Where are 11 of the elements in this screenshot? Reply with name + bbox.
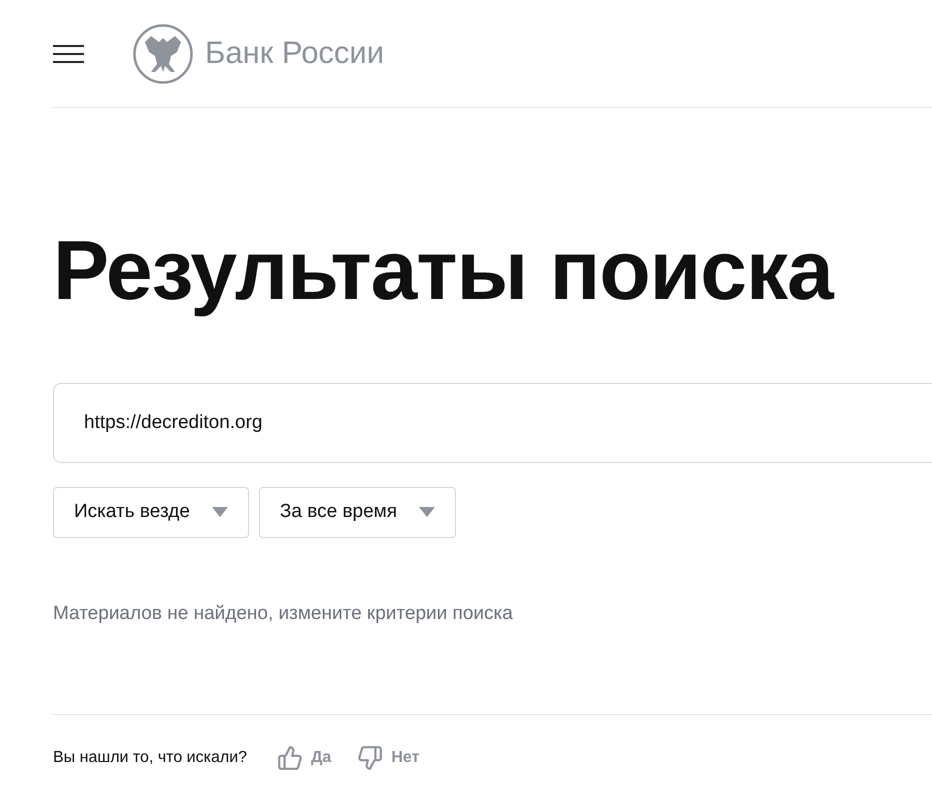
feedback-question: Вы нашли то, что искали? [53,748,248,768]
filter-dropdown[interactable]: Искать везде [53,486,249,538]
thumbs-down-icon [357,745,384,772]
filter-dropdown[interactable]: За все время [258,486,456,538]
caret-icon [419,507,436,518]
caret-icon [212,507,228,518]
thumbs-up-icon [277,745,304,772]
no-results-message: Материалов не найдено, измените критерии поиска [53,602,513,626]
menu-icon[interactable] [53,44,84,62]
search-field[interactable]: https://decrediton.org [53,382,932,463]
page-title: Результаты поиска [53,222,833,319]
